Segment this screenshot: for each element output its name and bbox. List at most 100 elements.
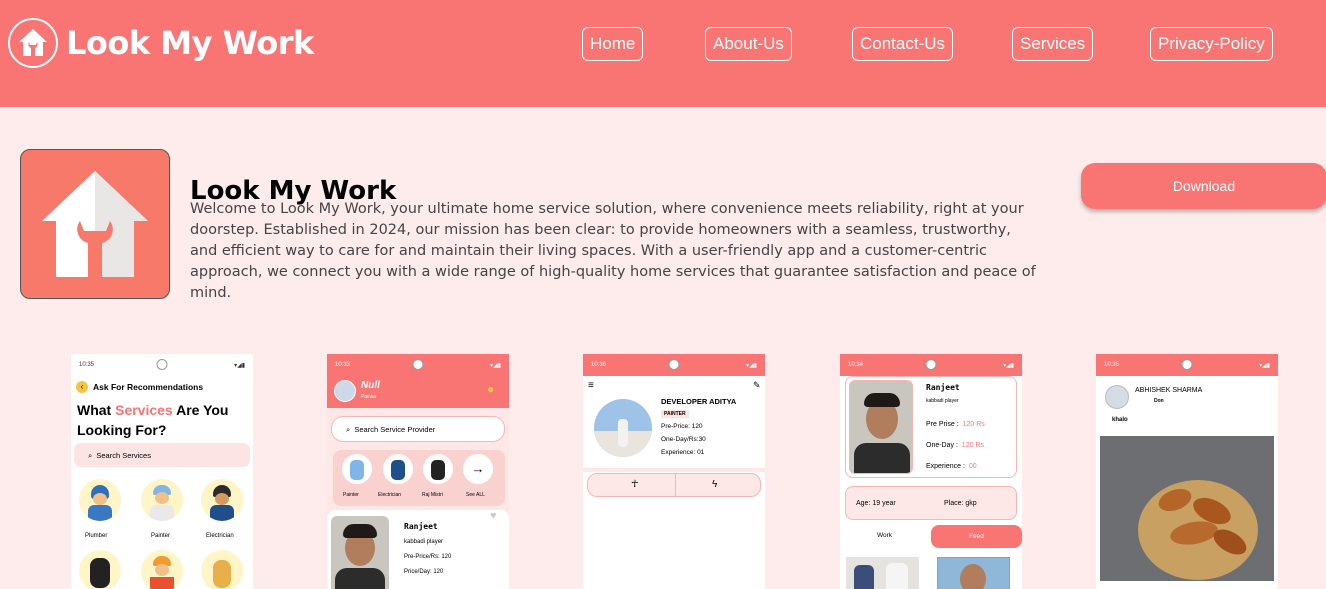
signal-icon: ▾◢▮ bbox=[746, 362, 757, 369]
house-wrench-icon bbox=[42, 171, 148, 277]
app-screenshot-1: 10:35 ▾◢▮ ‹ Ask For Recommendations What … bbox=[71, 354, 253, 589]
mistri-icon[interactable] bbox=[423, 454, 453, 484]
status-bar: 10:34 ▾◢▮ bbox=[840, 354, 1022, 376]
provider-skill: kabbadi player bbox=[926, 398, 959, 404]
day-row: One-Day : 120 Rs bbox=[926, 442, 984, 449]
ask-recommendations[interactable]: Ask For Recommendations bbox=[93, 382, 203, 392]
role-badge: PAINTER bbox=[661, 410, 689, 418]
provider-day-price: Price/Day: 120 bbox=[404, 569, 444, 575]
menu-icon[interactable]: ≡ bbox=[588, 380, 594, 391]
search-icon: ⌕ bbox=[346, 425, 351, 434]
post-caption: khalo bbox=[1112, 417, 1128, 423]
service-label: Painter bbox=[151, 533, 171, 539]
profile-card: Ranjeet kabbadi player Pre Prise : 120 R… bbox=[845, 376, 1017, 478]
provider-skill: kabbadi player bbox=[404, 539, 444, 545]
nav-home[interactable]: Home bbox=[582, 27, 644, 61]
mistri-icon[interactable] bbox=[79, 550, 121, 589]
site-header: Look My Work Home About-Us Contact-Us Se… bbox=[0, 0, 1326, 107]
provider-price: Pre-Price/Rs: 120 bbox=[404, 554, 452, 560]
experience-row: Experience : 00 bbox=[926, 463, 977, 470]
developer-photo bbox=[594, 399, 652, 457]
day-value: 120 Rs bbox=[961, 442, 984, 449]
provider-photo bbox=[849, 380, 913, 474]
developer-price: Pre-Price: 120 bbox=[661, 423, 703, 430]
heading-part: What bbox=[77, 402, 116, 418]
app-screenshot-4: 10:34 ▾◢▮ Ranjeet kabbadi player Pre Pris… bbox=[840, 354, 1022, 589]
tab-feed[interactable]: Feed bbox=[931, 525, 1022, 548]
services-heading: What Services Are You Looking For? bbox=[77, 400, 252, 440]
download-button[interactable]: Download bbox=[1081, 163, 1326, 209]
provider-photo bbox=[331, 516, 389, 589]
category-label: Raj Mistri bbox=[422, 492, 443, 498]
developer-experience: Experience: 01 bbox=[661, 449, 705, 456]
painter-icon[interactable] bbox=[342, 454, 372, 484]
person-icon[interactable]: ☥ bbox=[631, 479, 638, 490]
nav-contact-us[interactable]: Contact-Us bbox=[852, 27, 954, 61]
app-screenshot-5: 10:35 ▾◢▮ ABHISHEK SHARMA Don khalo bbox=[1096, 354, 1278, 589]
back-icon[interactable]: ‹ bbox=[76, 381, 88, 393]
nav-services[interactable]: Services bbox=[1012, 27, 1094, 61]
post-photo[interactable] bbox=[1100, 436, 1274, 581]
category-label: Electrician bbox=[378, 492, 402, 498]
lightning-icon[interactable]: ϟ bbox=[712, 479, 717, 490]
builder-icon[interactable] bbox=[141, 550, 183, 589]
service-label: Plumber bbox=[85, 533, 108, 539]
category-strip: → Painter Electrician Raj Mistri See ALL bbox=[333, 450, 505, 506]
user-name: Null bbox=[361, 380, 380, 391]
experience-value: 00 bbox=[968, 463, 977, 470]
category-label: See ALL bbox=[466, 492, 485, 498]
arrow-right-icon[interactable]: → bbox=[463, 454, 493, 484]
price-row: Pre Prise : 120 Rs bbox=[926, 421, 985, 428]
status-time: 10:35 bbox=[79, 362, 95, 368]
experience-label: Experience : bbox=[926, 463, 965, 470]
app-screenshot-2: 10:33 ▾◢▮ Null Painter ● ⌕ Search Service… bbox=[327, 354, 509, 589]
search-placeholder: Search Service Provider bbox=[354, 425, 436, 434]
carpenter-icon[interactable] bbox=[201, 550, 243, 589]
heart-icon[interactable]: ♥ bbox=[490, 510, 497, 522]
status-bar: 10:36 ▾◢▮ bbox=[583, 354, 765, 376]
tab-work[interactable]: Work bbox=[877, 532, 892, 539]
heading-highlight: Services bbox=[115, 402, 173, 418]
avatar[interactable] bbox=[334, 380, 356, 402]
work-photo[interactable] bbox=[846, 557, 919, 589]
electrician-icon[interactable] bbox=[201, 479, 243, 521]
heading-part: Are You bbox=[172, 402, 229, 418]
painter-icon[interactable] bbox=[141, 479, 183, 521]
location-pin-icon[interactable]: ● bbox=[487, 382, 497, 396]
electrician-icon[interactable] bbox=[383, 454, 413, 484]
house-wrench-icon bbox=[8, 18, 58, 68]
status-bar: 10:35 ▾◢▮ bbox=[71, 354, 253, 376]
search-services-input[interactable]: ⌕ Search Services bbox=[74, 443, 250, 467]
nav-about-us[interactable]: About-Us bbox=[705, 27, 792, 61]
plumber-icon[interactable] bbox=[79, 479, 121, 521]
developer-day-price: One-Day/Rs:30 bbox=[661, 436, 706, 443]
status-time: 10:33 bbox=[335, 362, 351, 368]
price-label: Pre Prise : bbox=[926, 421, 959, 428]
heading-part: Looking For? bbox=[77, 422, 167, 438]
age-text: Age: 19 year bbox=[856, 500, 896, 507]
status-bar: 10:35 ▾◢▮ bbox=[1096, 354, 1278, 376]
profile-header: Null Painter ● bbox=[327, 376, 509, 408]
about-description: Welcome to Look My Work, your ultimate h… bbox=[190, 201, 1036, 301]
feed-photo[interactable] bbox=[937, 557, 1010, 589]
search-provider-input[interactable]: ⌕ Search Service Provider bbox=[331, 416, 505, 442]
nav-privacy-policy[interactable]: Privacy-Policy bbox=[1150, 27, 1273, 61]
post-author-sub: Don bbox=[1154, 398, 1164, 404]
search-placeholder: Search Services bbox=[96, 451, 151, 460]
avatar[interactable] bbox=[1105, 385, 1129, 409]
signal-icon: ▾◢▮ bbox=[490, 362, 501, 369]
service-label: Electrician bbox=[206, 533, 234, 539]
divider bbox=[583, 468, 765, 472]
brand[interactable]: Look My Work bbox=[8, 18, 314, 68]
brand-name: Look My Work bbox=[66, 24, 314, 62]
provider-card[interactable]: Ranjeet kabbadi player Pre-Price/Rs: 120… bbox=[327, 510, 509, 589]
signal-icon: ▾◢▮ bbox=[234, 362, 245, 369]
day-label: One-Day : bbox=[926, 442, 958, 449]
app-screenshot-3: 10:36 ▾◢▮ ≡ ✎ DEVELOPER ADITYA PAINTER Pr… bbox=[583, 354, 765, 589]
app-logo bbox=[20, 149, 170, 299]
category-label: Painter bbox=[343, 492, 359, 498]
signal-icon: ▾◢▮ bbox=[1003, 362, 1014, 369]
post-author: ABHISHEK SHARMA bbox=[1135, 387, 1203, 394]
edit-icon[interactable]: ✎ bbox=[753, 380, 761, 391]
user-role: Painter bbox=[361, 394, 377, 400]
